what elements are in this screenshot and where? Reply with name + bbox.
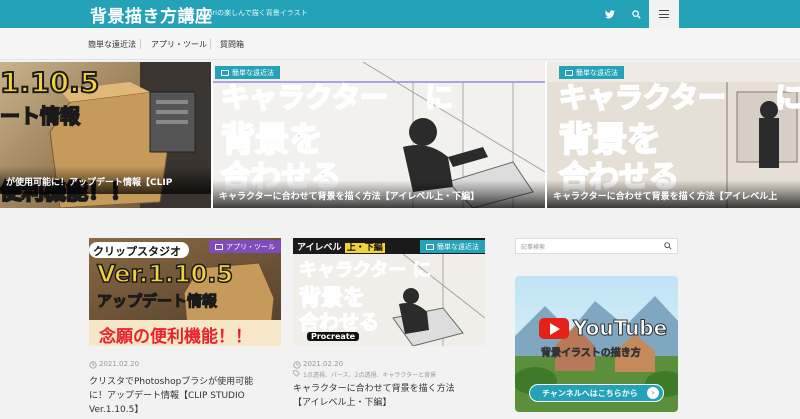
post-thumbnail[interactable]: アイレベル 上・下編 キャラクター に 背景を 合わせる Procreate 簡… bbox=[293, 238, 485, 346]
twitter-icon[interactable] bbox=[597, 0, 623, 28]
slide-caption-text: が使用可能に！アップデート情報【CLIP bbox=[6, 178, 173, 188]
slide-art-character: キャラクター bbox=[558, 80, 727, 115]
slide-art-ni: に bbox=[424, 80, 454, 115]
tag-icon bbox=[293, 370, 300, 377]
slide-art-version: 1.10.5 bbox=[0, 65, 100, 100]
thumb-version: Ver.1.10.5 bbox=[96, 259, 234, 289]
post-tags[interactable]: 1点透視、パース、2点透視、キャラクターと背景 bbox=[303, 370, 436, 379]
nav-item-questions[interactable]: 質問箱 bbox=[220, 39, 244, 50]
site-tagline: ariの楽しんで描く背景イラスト bbox=[208, 9, 308, 17]
post-title-line: クリスタでPhotoshopブラシが使用可能 bbox=[89, 377, 254, 387]
thumb-title: クリップスタジオ bbox=[93, 245, 181, 258]
menu-button[interactable] bbox=[649, 0, 679, 28]
slide-caption: キャラクターに合わせて背景を描く方法【アイレベル上 bbox=[547, 180, 800, 208]
slide-caption: キャラクターに合わせて背景を描く方法【アイレベル上・下編】 bbox=[213, 180, 545, 208]
post-title-line: Ver.1.10.5】 bbox=[89, 405, 144, 415]
post-title-line: 【アイレベル上・下編】 bbox=[293, 398, 392, 408]
slide-caption-text: キャラクターに合わせて背景を描く方法【アイレベル上・下編】 bbox=[219, 192, 480, 202]
site-title[interactable]: 背景描き方講座 bbox=[90, 2, 213, 27]
nav-item-apps[interactable]: アプリ・ツール bbox=[151, 39, 207, 50]
post-card[interactable]: クリップスタジオ Ver.1.10.5 アップデート情報 念願の便利機能！！ ア… bbox=[89, 238, 281, 415]
post-title[interactable]: キャラクターに合わせて背景を描く方法 【アイレベル上・下編】 bbox=[293, 382, 485, 410]
sidebar-search[interactable]: 記事検索 bbox=[515, 238, 678, 254]
folder-icon bbox=[426, 244, 434, 250]
clock-icon bbox=[89, 361, 97, 369]
featured-slider: 1.10.5 ート情報 便利機能！！ が使用可能に！アップデート情報【CLIP … bbox=[0, 62, 800, 208]
search-icon[interactable] bbox=[664, 242, 672, 250]
play-icon bbox=[550, 323, 560, 335]
slide-caption-text: キャラクターに合わせて背景を描く方法【アイレベル上 bbox=[553, 192, 778, 202]
thumb-subtitle: アップデート情報 bbox=[96, 292, 218, 311]
post-date: 2021.02.20 bbox=[303, 360, 344, 368]
slide-art-character: キャラクター bbox=[220, 80, 389, 115]
procreate-logo: Procreate bbox=[307, 332, 360, 341]
post-title-line: に！アップデート情報【CLIP STUDIO bbox=[89, 391, 245, 401]
slide-clip-update[interactable]: 1.10.5 ート情報 便利機能！！ が使用可能に！アップデート情報【CLIP bbox=[0, 62, 211, 208]
thumb-character: キャラクター bbox=[298, 259, 407, 281]
search-input-placeholder[interactable]: 記事検索 bbox=[521, 242, 545, 251]
folder-icon bbox=[215, 244, 223, 250]
search-icon[interactable] bbox=[623, 0, 649, 28]
global-nav: 簡単な遠近法 アプリ・ツール 質問箱 bbox=[0, 28, 800, 60]
channel-button-label: チャンネルへはこちらから bbox=[542, 389, 638, 398]
post-category-badge[interactable]: 簡単な遠近法 bbox=[420, 240, 485, 253]
post-date: 2021.02.20 bbox=[99, 360, 140, 368]
slide-character-background-2[interactable]: 簡単な遠近法 キャラクター に 背景を 合わせる キャラクターに合わせて背景を描… bbox=[547, 62, 800, 208]
site-header: 背景描き方講座 ariの楽しんで描く背景イラスト bbox=[0, 0, 800, 28]
thumb-ni: に bbox=[412, 259, 431, 281]
nav-item-perspective[interactable]: 簡単な遠近法 bbox=[88, 39, 136, 50]
post-thumbnail[interactable]: クリップスタジオ Ver.1.10.5 アップデート情報 念願の便利機能！！ ア… bbox=[89, 238, 281, 346]
youtube-play-badge bbox=[539, 318, 569, 339]
slide-art-subtitle: ート情報 bbox=[0, 103, 81, 129]
arrow-right-icon: › bbox=[647, 387, 659, 399]
nav-divider bbox=[140, 39, 141, 49]
post-category-badge[interactable]: アプリ・ツール bbox=[209, 240, 281, 253]
post-title[interactable]: クリスタでPhotoshopブラシが使用可能 に！アップデート情報【CLIP S… bbox=[89, 375, 281, 417]
clock-icon bbox=[293, 361, 301, 369]
youtube-logo-text: YouTube bbox=[572, 316, 668, 341]
channel-button[interactable]: チャンネルへはこちらから › bbox=[529, 384, 664, 402]
slide-art-ni: に bbox=[774, 80, 800, 115]
menu-icon bbox=[659, 10, 669, 18]
thumb-eyelevel: アイレベル 上・下編 bbox=[297, 243, 385, 253]
thumb-awaseru: 合わせる bbox=[298, 309, 379, 334]
post-card[interactable]: アイレベル 上・下編 キャラクター に 背景を 合わせる Procreate 簡… bbox=[293, 238, 485, 408]
nav-divider bbox=[210, 39, 211, 49]
thumb-bottom-text: 念願の便利機能！！ bbox=[99, 327, 252, 346]
post-title-line: キャラクターに合わせて背景を描く方法 bbox=[293, 384, 455, 394]
slide-character-background[interactable]: 簡単な遠近法 キャラクター に 背景を 合わせる キャラクターに合わせて背景を描… bbox=[213, 62, 545, 208]
youtube-channel-banner[interactable]: YouTube 背景イラストの描き方 チャンネルへはこちらから › bbox=[515, 276, 678, 412]
slide-caption: が使用可能に！アップデート情報【CLIP bbox=[0, 166, 211, 194]
banner-subtitle: 背景イラストの描き方 bbox=[541, 348, 641, 360]
